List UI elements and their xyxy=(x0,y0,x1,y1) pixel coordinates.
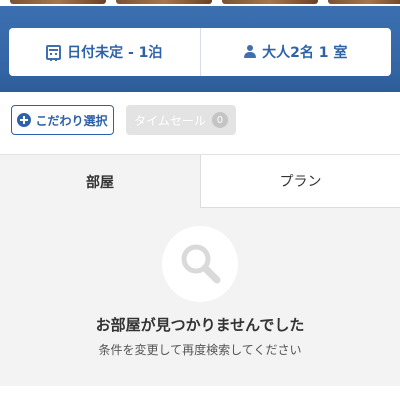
search-header: 日付未定 - 1泊 大人2名 1 室 xyxy=(0,6,400,92)
empty-state: お部屋が見つかりませんでした 条件を変更して再度検索してください xyxy=(0,208,400,386)
timesale-label: タイムセール xyxy=(134,113,206,128)
tab-plan[interactable]: プラン xyxy=(200,155,400,208)
date-label: 日付未定 - 1泊 xyxy=(67,45,163,61)
search-icon xyxy=(181,244,221,284)
guests-label: 大人2名 1 室 xyxy=(262,45,348,61)
result-tabs: 部屋 プラン xyxy=(0,155,400,208)
user-icon xyxy=(244,45,257,59)
kodawari-filter-button[interactable]: こだわり選択 xyxy=(11,105,114,135)
empty-state-subtitle: 条件を変更して再度検索してください xyxy=(98,343,302,357)
hotel-photo-thumbnail[interactable] xyxy=(10,0,106,4)
plus-circle-icon xyxy=(17,113,32,127)
empty-state-title: お部屋が見つかりませんでした xyxy=(95,316,305,334)
hotel-photo-thumbnail[interactable] xyxy=(328,0,400,4)
tab-room[interactable]: 部屋 xyxy=(0,155,200,208)
timesale-count-badge: 0 xyxy=(211,112,228,128)
calendar-icon xyxy=(46,44,62,61)
hotel-photo-thumbnail[interactable] xyxy=(222,0,318,4)
kodawari-filter-label: こだわり選択 xyxy=(35,113,108,128)
bottom-area xyxy=(0,386,400,400)
filter-row: こだわり選択 タイムセール 0 xyxy=(0,92,400,154)
date-selector[interactable]: 日付未定 - 1泊 xyxy=(9,28,200,76)
timesale-filter-button[interactable]: タイムセール 0 xyxy=(126,105,236,135)
empty-state-icon-circle xyxy=(162,226,238,302)
search-conditions-box: 日付未定 - 1泊 大人2名 1 室 xyxy=(9,28,391,76)
guests-selector[interactable]: 大人2名 1 室 xyxy=(199,28,392,76)
hotel-photo-thumbnail[interactable] xyxy=(116,0,212,4)
